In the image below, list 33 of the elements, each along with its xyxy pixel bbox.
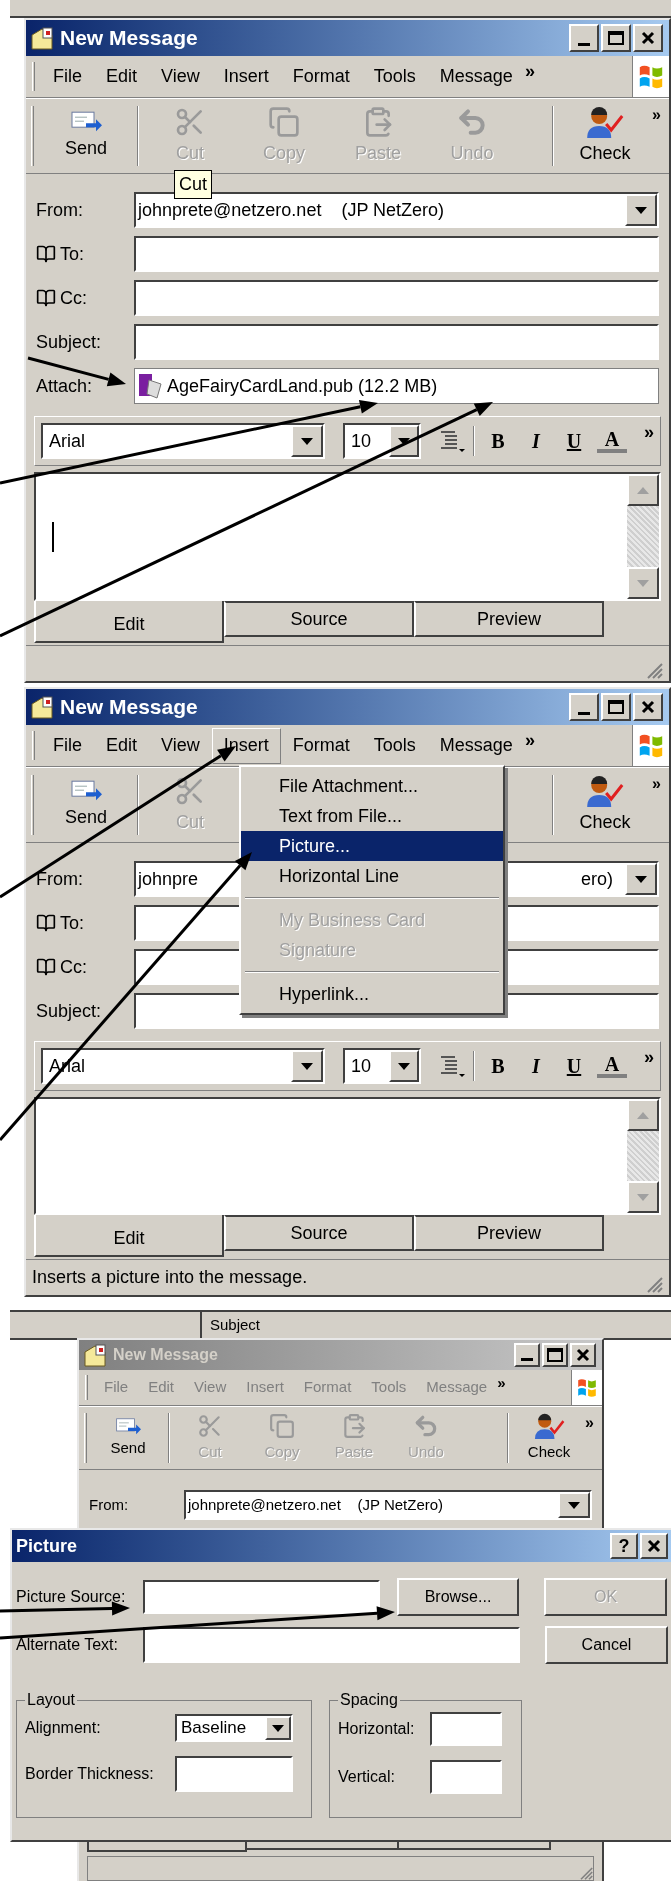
group-label: Layout bbox=[26, 1690, 77, 1710]
dropdown-value: 10 bbox=[350, 429, 372, 453]
window-title: New Message bbox=[113, 1345, 218, 1365]
dropdown-value: johnpre bbox=[136, 867, 199, 891]
field-label: Subject: bbox=[36, 330, 102, 354]
field-label: Border Thickness: bbox=[25, 1764, 155, 1784]
field-label: From: bbox=[36, 198, 83, 222]
field-label: Picture Source: bbox=[16, 1587, 127, 1607]
field-label: Attach: bbox=[36, 374, 93, 398]
tooltip: Cut bbox=[174, 170, 212, 199]
window-title: New Message bbox=[60, 25, 198, 52]
dropdown-value: 10 bbox=[350, 1054, 372, 1078]
dropdown-value: johnprete@netzero.net (JP NetZero) bbox=[186, 1494, 444, 1515]
dropdown-value: Arial bbox=[48, 429, 85, 453]
group-label: Spacing bbox=[339, 1690, 399, 1710]
field-label: Horizontal: bbox=[338, 1719, 416, 1739]
attachment-name: AgeFairyCardLand.pub (12.2 MB) bbox=[167, 374, 438, 398]
dropdown-value: Baseline bbox=[180, 1717, 247, 1740]
dropdown-value: johnprete@netzero.net (JP NetZero) bbox=[136, 198, 445, 222]
field-label: To: bbox=[60, 911, 84, 935]
field-label: Subject: bbox=[36, 999, 102, 1023]
field-label: Alternate Text: bbox=[16, 1635, 119, 1655]
field-label: Alignment: bbox=[25, 1718, 102, 1738]
window-title: Picture bbox=[16, 1534, 78, 1558]
field-label: Vertical: bbox=[338, 1767, 396, 1787]
field-label: From: bbox=[36, 867, 83, 891]
field-label: Cc: bbox=[60, 286, 87, 310]
field-label: Cc: bbox=[60, 955, 87, 979]
dropdown-value: ero) bbox=[581, 867, 614, 891]
field-label: To: bbox=[60, 242, 84, 266]
field-label: From: bbox=[89, 1494, 129, 1515]
window-title: New Message bbox=[60, 694, 198, 721]
status-text: Inserts a picture into the message. bbox=[32, 1266, 308, 1289]
